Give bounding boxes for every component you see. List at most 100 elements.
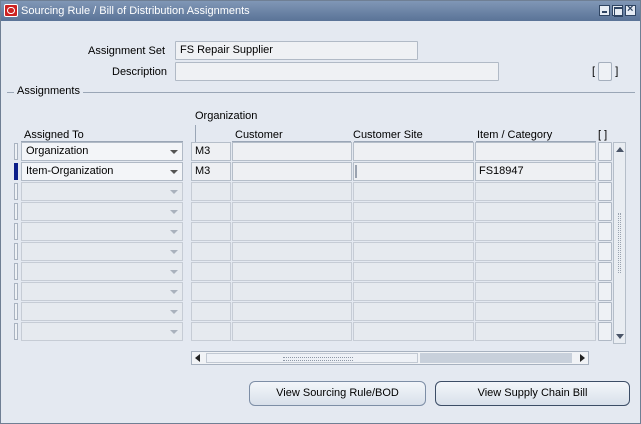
dropdown-arrow-icon[interactable]: [170, 190, 178, 194]
organization-cell[interactable]: [191, 242, 231, 261]
row-flexfield[interactable]: [598, 262, 612, 281]
row-flexfield[interactable]: [598, 182, 612, 201]
customer-cell[interactable]: [232, 302, 352, 321]
assigned-to-select[interactable]: [21, 282, 183, 301]
row-flexfield[interactable]: [598, 302, 612, 321]
item-category-cell[interactable]: [475, 262, 596, 281]
item-category-cell[interactable]: [475, 242, 596, 261]
assigned-to-select[interactable]: [21, 262, 183, 281]
assigned-to-select[interactable]: [21, 182, 183, 201]
record-indicator[interactable]: [14, 263, 18, 280]
scroll-up-arrow-icon[interactable]: [616, 147, 624, 152]
flexfield-box[interactable]: [598, 62, 613, 81]
record-indicator[interactable]: [14, 203, 18, 220]
customer-cell[interactable]: [232, 162, 352, 181]
dropdown-arrow-icon[interactable]: [170, 250, 178, 254]
dropdown-arrow-icon[interactable]: [170, 270, 178, 274]
customer-site-cell[interactable]: [353, 182, 474, 201]
customer-cell[interactable]: [232, 182, 352, 201]
customer-site-cell[interactable]: [353, 242, 474, 261]
customer-cell[interactable]: [232, 322, 352, 341]
row-flexfield[interactable]: [598, 322, 612, 341]
assigned-to-select[interactable]: Organization: [21, 142, 183, 161]
dropdown-arrow-icon[interactable]: [170, 330, 178, 334]
customer-cell[interactable]: [232, 202, 352, 221]
minimize-icon[interactable]: [599, 5, 610, 16]
horizontal-scroll-track[interactable]: [420, 353, 572, 363]
organization-cell[interactable]: [191, 262, 231, 281]
row-flexfield[interactable]: [598, 222, 612, 241]
customer-site-cell[interactable]: [353, 162, 474, 181]
maximize-icon[interactable]: [612, 5, 623, 17]
row-flexfield[interactable]: [598, 162, 612, 181]
assignment-set-field[interactable]: FS Repair Supplier: [175, 41, 418, 60]
row-flexfield[interactable]: [598, 202, 612, 221]
record-indicator[interactable]: [14, 303, 18, 320]
row-flexfield[interactable]: [598, 242, 612, 261]
dropdown-arrow-icon[interactable]: [170, 210, 178, 214]
item-category-cell[interactable]: [475, 322, 596, 341]
window-title: Sourcing Rule / Bill of Distribution Ass…: [21, 5, 250, 17]
current-record-indicator[interactable]: [14, 163, 18, 180]
customer-site-cell[interactable]: [353, 222, 474, 241]
customer-site-cell[interactable]: [353, 302, 474, 321]
scroll-right-arrow-icon[interactable]: [580, 354, 585, 362]
dropdown-arrow-icon[interactable]: [170, 150, 178, 154]
customer-site-cell[interactable]: [353, 262, 474, 281]
close-icon[interactable]: [625, 3, 636, 16]
record-indicator[interactable]: [14, 143, 18, 160]
view-sourcing-rule-button[interactable]: View Sourcing Rule/BOD: [249, 381, 426, 406]
customer-cell[interactable]: [232, 262, 352, 281]
organization-cell[interactable]: [191, 322, 231, 341]
assigned-to-select[interactable]: [21, 222, 183, 241]
record-indicator[interactable]: [14, 223, 18, 240]
item-category-cell[interactable]: [475, 142, 596, 161]
customer-cell[interactable]: [232, 142, 352, 161]
organization-cell[interactable]: M3: [191, 142, 231, 161]
row-flexfield[interactable]: [598, 282, 612, 301]
customer-site-cell[interactable]: [353, 202, 474, 221]
dropdown-arrow-icon[interactable]: [170, 310, 178, 314]
item-category-cell[interactable]: [475, 202, 596, 221]
dropdown-arrow-icon[interactable]: [170, 290, 178, 294]
item-category-cell[interactable]: [475, 282, 596, 301]
customer-site-cell[interactable]: [353, 142, 474, 161]
view-supply-chain-bill-button[interactable]: View Supply Chain Bill: [435, 381, 630, 406]
organization-cell[interactable]: [191, 302, 231, 321]
customer-cell[interactable]: [232, 242, 352, 261]
table-horizontal-scrollbar[interactable]: [191, 351, 589, 365]
scroll-grip[interactable]: [618, 213, 621, 273]
record-indicator[interactable]: [14, 183, 18, 200]
table-vertical-scrollbar[interactable]: [613, 142, 626, 344]
record-indicator[interactable]: [14, 243, 18, 260]
assigned-to-select[interactable]: Item-Organization: [21, 162, 183, 181]
customer-cell[interactable]: [232, 282, 352, 301]
organization-cell[interactable]: M3: [191, 162, 231, 181]
organization-cell[interactable]: [191, 282, 231, 301]
customer-site-cell[interactable]: [353, 282, 474, 301]
dropdown-arrow-icon[interactable]: [170, 230, 178, 234]
scroll-left-arrow-icon[interactable]: [195, 354, 200, 362]
dropdown-arrow-icon[interactable]: [170, 170, 178, 174]
organization-cell[interactable]: [191, 182, 231, 201]
assigned-to-select[interactable]: [21, 322, 183, 341]
descriptive-flexfield[interactable]: [ ]: [592, 62, 618, 81]
description-field[interactable]: [175, 62, 499, 81]
assigned-to-select[interactable]: [21, 302, 183, 321]
item-category-cell[interactable]: FS18947: [475, 162, 596, 181]
item-category-cell[interactable]: [475, 222, 596, 241]
item-category-cell[interactable]: [475, 302, 596, 321]
record-indicator[interactable]: [14, 283, 18, 300]
customer-cell[interactable]: [232, 222, 352, 241]
scroll-down-arrow-icon[interactable]: [616, 334, 624, 339]
title-bar[interactable]: Sourcing Rule / Bill of Distribution Ass…: [1, 1, 640, 21]
row-flexfield[interactable]: [598, 142, 612, 161]
customer-site-cell[interactable]: [353, 322, 474, 341]
horizontal-scroll-thumb[interactable]: [206, 353, 418, 363]
record-indicator[interactable]: [14, 323, 18, 340]
organization-cell[interactable]: [191, 222, 231, 241]
assigned-to-select[interactable]: [21, 202, 183, 221]
organization-cell[interactable]: [191, 202, 231, 221]
item-category-cell[interactable]: [475, 182, 596, 201]
assigned-to-select[interactable]: [21, 242, 183, 261]
